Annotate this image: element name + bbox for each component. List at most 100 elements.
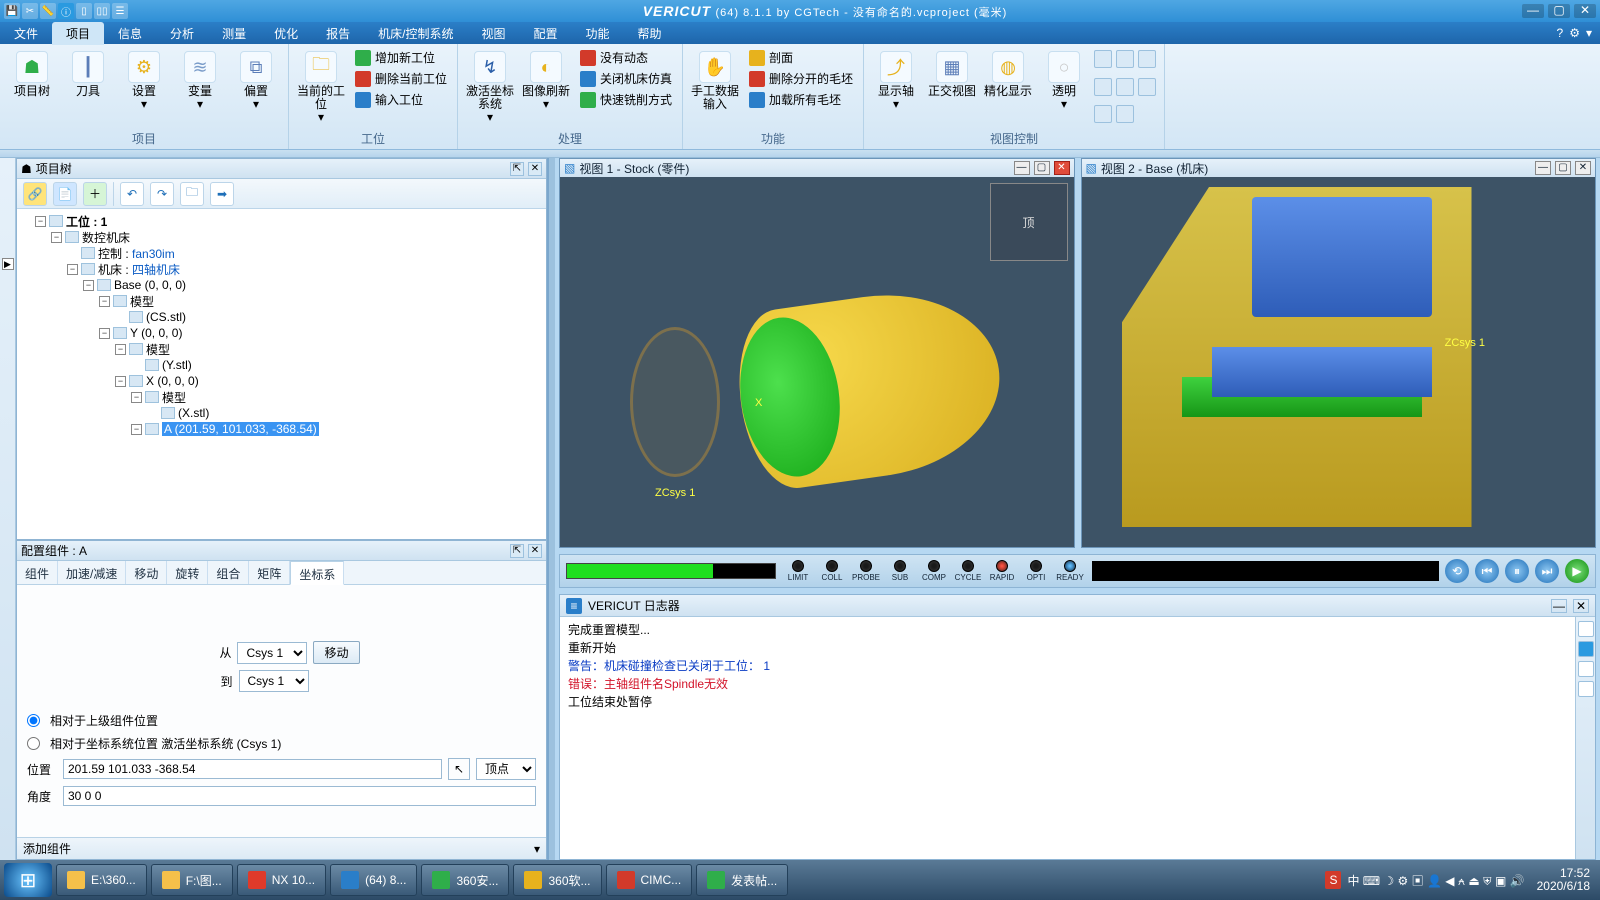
step-button[interactable]: ⏭ [1535, 559, 1559, 583]
move-button[interactable]: 移动 [313, 641, 359, 664]
tray-icons[interactable]: 中 ⌨ ☽ ⚙ ▣ 👤 ◀ ⍲ ⏏ ⛨ ▣ 🔊 [1347, 872, 1524, 889]
tree-node[interactable]: −工位 : 1 [19, 213, 542, 229]
log-tool3-icon[interactable] [1578, 661, 1594, 677]
tree-node[interactable]: (X.stl) [19, 405, 542, 421]
log-min[interactable]: — [1551, 599, 1567, 613]
qat-layout3-icon[interactable]: ☰ [112, 3, 128, 19]
expand-icon[interactable]: − [67, 264, 78, 275]
menu-优化[interactable]: 优化 [260, 22, 312, 45]
maximize-button[interactable]: ▢ [1548, 4, 1570, 18]
tree-view[interactable]: −工位 : 1−数控机床控制 : fan30im−机床 : 四轴机床−Base … [17, 209, 546, 539]
tb-folder-icon[interactable]: 🗀 [180, 182, 204, 206]
log-tool4-icon[interactable] [1578, 681, 1594, 697]
loop-button[interactable]: ⟲ [1445, 559, 1469, 583]
tb-redo-icon[interactable]: ↷ [150, 182, 174, 206]
expand-icon[interactable]: − [131, 392, 142, 403]
view1-min[interactable]: — [1014, 161, 1030, 175]
taskbar-item[interactable]: 360软... [513, 864, 601, 896]
ortho-button[interactable]: ▦正交视图 [926, 46, 978, 129]
add-setup-button[interactable]: 增加新工位 [351, 48, 451, 67]
activate-csys-button[interactable]: ↯激活坐标系统▾ [464, 46, 516, 129]
position-input[interactable] [63, 759, 442, 779]
menu-项目[interactable]: 项目 [52, 22, 104, 45]
qat-tool-icon[interactable]: ✂ [22, 3, 38, 19]
minimize-button[interactable]: — [1522, 4, 1544, 18]
qat-help-icon[interactable]: ⓘ [58, 3, 74, 19]
del-split-button[interactable]: 删除分开的毛坯 [745, 69, 857, 88]
menu-分析[interactable]: 分析 [156, 22, 208, 45]
menu-帮助[interactable]: 帮助 [624, 22, 676, 45]
offset-button[interactable]: ⧉偏置▾ [230, 46, 282, 129]
section-button[interactable]: 剖面 [745, 48, 857, 67]
view2-max[interactable]: ▢ [1555, 161, 1571, 175]
close-sim-button[interactable]: 关闭机床仿真 [576, 69, 676, 88]
menu-机床/控制系统[interactable]: 机床/控制系统 [364, 22, 467, 45]
menu-gear-icon[interactable]: ⚙ [1569, 26, 1580, 40]
tree-node[interactable]: −数控机床 [19, 229, 542, 245]
view-layout-7-icon[interactable] [1116, 105, 1134, 123]
view1-compass[interactable]: 顶 [990, 183, 1068, 261]
vertex-select[interactable]: 顶点 [476, 758, 536, 780]
view1-close[interactable]: ✕ [1054, 161, 1070, 175]
tb-undo-icon[interactable]: ↶ [120, 182, 144, 206]
view-layout-2-icon[interactable] [1138, 50, 1156, 68]
tree-node[interactable]: −模型 [19, 389, 542, 405]
tb-report-icon[interactable]: 📄 [53, 182, 77, 206]
node-link[interactable]: 四轴机床 [132, 263, 180, 277]
add-component-bar[interactable]: 添加组件 ▾ [17, 837, 546, 859]
ime-indicator[interactable]: S [1325, 871, 1341, 889]
taskbar-clock[interactable]: 17:52 2020/6/18 [1531, 867, 1596, 893]
tree-node[interactable]: −X (0, 0, 0) [19, 373, 542, 389]
panel-close-icon[interactable]: ✕ [528, 162, 542, 176]
radio-parent[interactable] [27, 714, 40, 727]
system-tray[interactable]: S 中 ⌨ ☽ ⚙ ▣ 👤 ◀ ⍲ ⏏ ⛨ ▣ 🔊 17:52 2020/6/1… [1325, 867, 1596, 893]
csys-to-select[interactable]: Csys 1 [239, 670, 309, 692]
view2-min[interactable]: — [1535, 161, 1551, 175]
image-refresh-button[interactable]: ◐图像刷新▾ [520, 46, 572, 129]
view2-viewport[interactable]: ZCsys 1 [1082, 177, 1596, 547]
tb-new-icon[interactable]: ＋ [83, 182, 107, 206]
menu-测量[interactable]: 测量 [208, 22, 260, 45]
expand-icon[interactable]: − [51, 232, 62, 243]
taskbar-item[interactable]: (64) 8... [330, 864, 417, 896]
view-layout-6-icon[interactable] [1094, 105, 1112, 123]
tb-attach-icon[interactable]: 🔗 [23, 182, 47, 206]
log-body[interactable]: 完成重置模型...重新开始警告：机床碰撞检查已关闭于工位： 1错误：主轴组件名S… [560, 617, 1595, 859]
qat-ruler-icon[interactable]: 📏 [40, 3, 56, 19]
setup-button[interactable]: ⚙设置▾ [118, 46, 170, 129]
tree-node[interactable]: 控制 : fan30im [19, 245, 542, 261]
current-setup-button[interactable]: 🗀当前的工位▾ [295, 46, 347, 129]
expand-icon[interactable]: − [99, 328, 110, 339]
config-pin-icon[interactable]: ⇱ [510, 544, 524, 558]
tab-矩阵[interactable]: 矩阵 [249, 561, 290, 584]
log-close[interactable]: ✕ [1573, 599, 1589, 613]
angle-input[interactable] [63, 786, 536, 806]
view-layout-0-icon[interactable] [1094, 50, 1112, 68]
close-button[interactable]: ✕ [1574, 4, 1596, 18]
taskbar-item[interactable]: F:\图... [151, 864, 233, 896]
del-setup-button[interactable]: 删除当前工位 [351, 69, 451, 88]
qat-layout2-icon[interactable]: ▯▯ [94, 3, 110, 19]
variable-button[interactable]: ≋变量▾ [174, 46, 226, 129]
tree-node[interactable]: −机床 : 四轴机床 [19, 261, 542, 277]
tab-组合[interactable]: 组合 [208, 561, 249, 584]
project-tree-button[interactable]: ☗项目树 [6, 46, 58, 129]
view-layout-1-icon[interactable] [1116, 50, 1134, 68]
tree-node[interactable]: −模型 [19, 341, 542, 357]
expand-icon[interactable]: − [115, 344, 126, 355]
expand-icon[interactable]: − [99, 296, 110, 307]
show-axis-button[interactable]: ⤴显示轴▾ [870, 46, 922, 129]
tab-坐标系[interactable]: 坐标系 [290, 561, 344, 585]
play-button[interactable]: ▶ [1565, 559, 1589, 583]
radio-csys[interactable] [27, 737, 40, 750]
view-layout-5-icon[interactable] [1138, 78, 1156, 96]
tab-移动[interactable]: 移动 [126, 561, 167, 584]
expand-icon[interactable]: − [131, 424, 142, 435]
tab-加速/减速[interactable]: 加速/减速 [58, 561, 126, 584]
taskbar-item[interactable]: CIMC... [606, 864, 693, 896]
menu-collapse-icon[interactable]: ▾ [1586, 26, 1592, 40]
menu-报告[interactable]: 报告 [312, 22, 364, 45]
qat-layout1-icon[interactable]: ▯ [76, 3, 92, 19]
view1-max[interactable]: ▢ [1034, 161, 1050, 175]
panel-pin-icon[interactable]: ⇱ [510, 162, 524, 176]
